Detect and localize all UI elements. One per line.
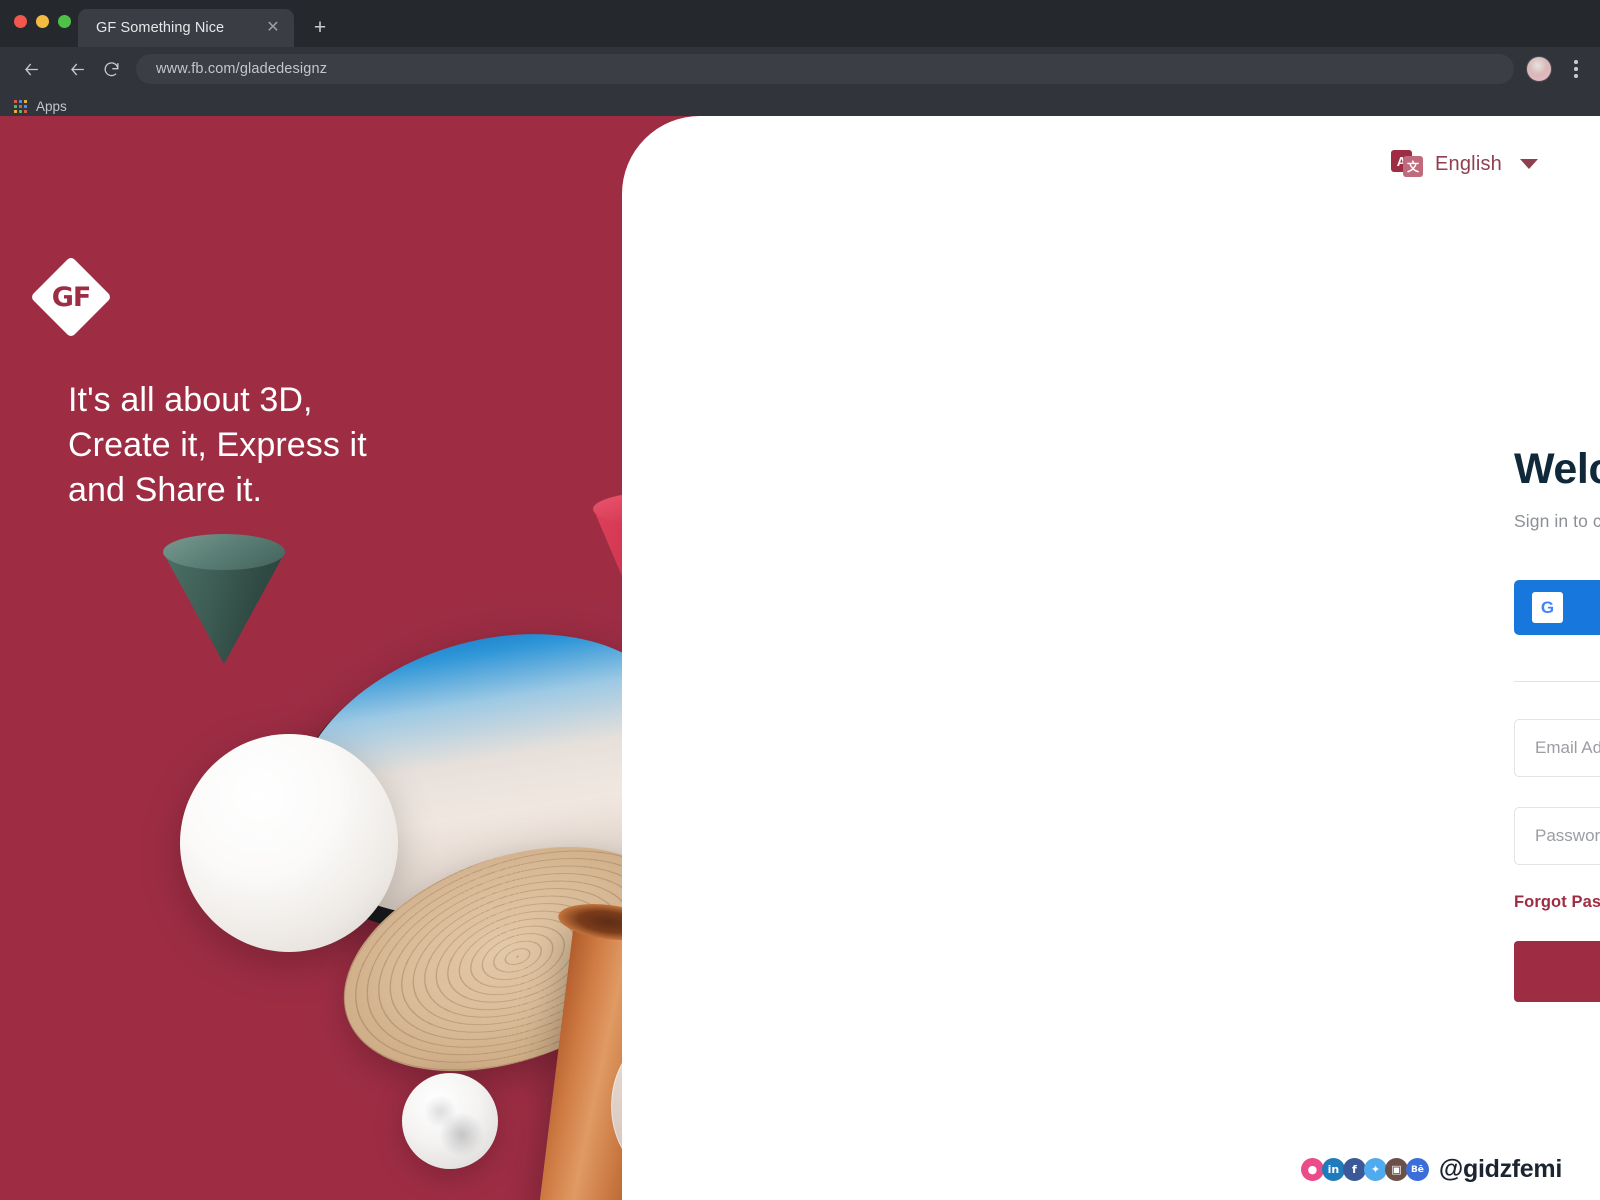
white-sphere-shape [180, 734, 398, 952]
hero-headline: It's all about 3D, Create it, Express it… [68, 381, 367, 510]
dribbble-icon: ● [1300, 1158, 1324, 1181]
maximize-window-button[interactable] [58, 15, 71, 28]
minimize-window-button[interactable] [36, 15, 49, 28]
tab-title: GF Something Nice [96, 20, 225, 36]
translate-icon: A 文 [1391, 150, 1423, 178]
browser-menu-icon[interactable] [1566, 60, 1586, 78]
page-viewport: GF It's all about 3D, Create it, Express… [0, 116, 1600, 1200]
facebook-icon: f [1342, 1158, 1366, 1181]
forgot-password-link[interactable]: Forgot Password? [1514, 893, 1600, 912]
chevron-down-icon[interactable] [1520, 159, 1538, 169]
google-signin-label: Google [1563, 597, 1600, 618]
avatar[interactable] [1526, 56, 1552, 82]
login-panel: A 文 English Welcome Back Sign in to cont… [622, 116, 1600, 1200]
new-tab-button[interactable]: + [306, 14, 334, 42]
browser-toolbar: www.fb.com/gladedesignz [0, 47, 1600, 91]
browser-tab[interactable]: GF Something Nice ✕ [78, 9, 294, 47]
page-subtitle: Sign in to continue [1514, 511, 1600, 532]
logo-text: GF [51, 281, 92, 313]
social-icons-group: ● in f ✦ ▣ Bē [1300, 1158, 1429, 1181]
gf-logo[interactable]: GF [29, 255, 113, 339]
instagram-icon: ▣ [1384, 1158, 1408, 1181]
email-input[interactable] [1535, 738, 1600, 759]
apps-grid-icon [14, 100, 27, 113]
social-signin-row: G Google in LinkedIn [1514, 580, 1600, 636]
google-icon: G [1532, 592, 1563, 624]
sidebar-back-icon[interactable] [14, 52, 48, 86]
browser-window: GF Something Nice ✕ + www.fb.com/gladede… [0, 0, 1600, 1200]
page-title: Welcome Back [1514, 445, 1600, 493]
password-field[interactable] [1514, 807, 1600, 866]
password-input[interactable] [1535, 826, 1600, 847]
linkedin-icon-watermark: in [1321, 1158, 1345, 1181]
twitter-icon: ✦ [1363, 1158, 1387, 1181]
language-label: English [1435, 152, 1502, 175]
bookmark-apps-label: Apps [36, 99, 67, 114]
window-controls[interactable] [14, 15, 71, 28]
language-selector[interactable]: A 文 English [1391, 150, 1538, 178]
close-icon[interactable]: ✕ [264, 19, 282, 37]
address-bar[interactable]: www.fb.com/gladedesignz [136, 54, 1514, 84]
helper-links-row: Forgot Password? Trouble signing in? Con… [1514, 893, 1600, 912]
signin-form: Welcome Back Sign in to continue G Googl… [1514, 445, 1600, 1054]
or-divider: OR [1514, 673, 1600, 689]
bookmark-apps[interactable]: Apps [14, 99, 67, 114]
sign-in-button[interactable]: Sign In [1514, 941, 1600, 1003]
watermark-handle: @gidzfemi [1438, 1155, 1562, 1183]
watermark: ● in f ✦ ▣ Bē @gidzfemi [1300, 1155, 1562, 1184]
address-bar-url: www.fb.com/gladedesignz [156, 61, 328, 77]
browser-titlebar: GF Something Nice ✕ + [0, 0, 1600, 47]
back-arrow-icon[interactable] [60, 52, 94, 86]
marble-sphere-shape [402, 1073, 498, 1169]
signup-row: Don't have an account? Sign Up [1514, 1035, 1600, 1054]
close-window-button[interactable] [14, 15, 27, 28]
translate-icon-cjk: 文 [1403, 156, 1423, 177]
email-field[interactable] [1514, 719, 1600, 778]
green-cone-top-shape [163, 534, 285, 570]
reload-icon[interactable] [94, 52, 128, 86]
google-signin-button[interactable]: G Google [1514, 580, 1600, 636]
behance-icon: Bē [1405, 1158, 1429, 1181]
divider-line-left [1514, 680, 1600, 682]
